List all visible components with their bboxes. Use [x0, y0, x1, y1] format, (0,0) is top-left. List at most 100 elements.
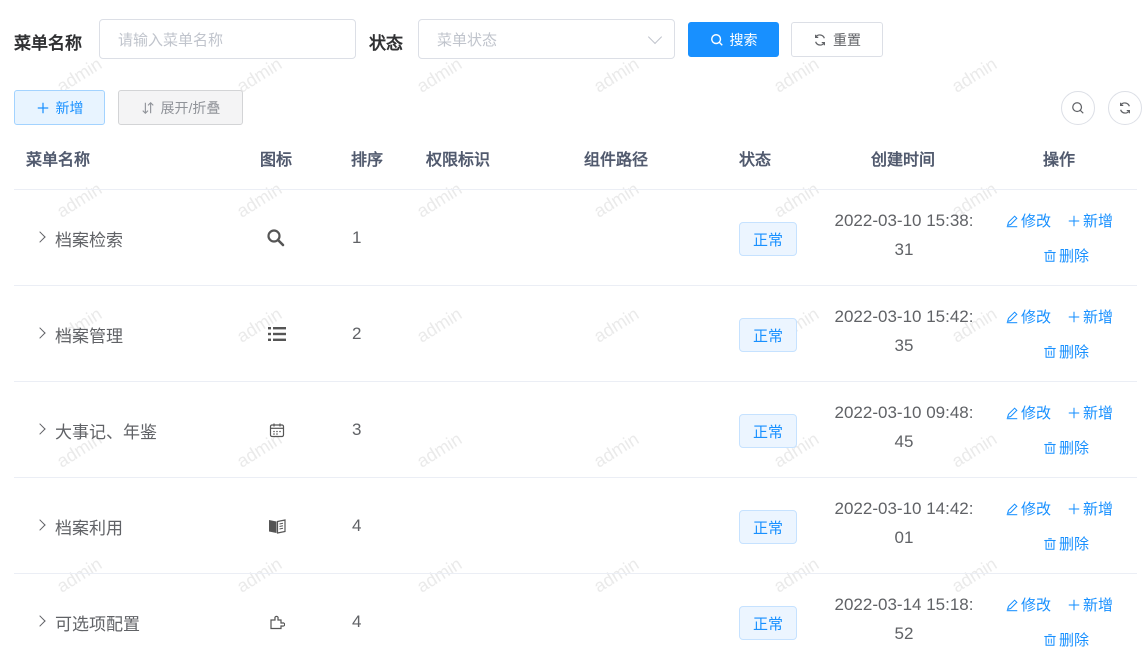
expand-arrow-icon[interactable]	[34, 423, 46, 435]
created-time: 2022-03-10 15:42:35	[834, 307, 974, 355]
delete-button[interactable]: 删除	[1043, 245, 1089, 266]
add-label: 新增	[1083, 501, 1114, 518]
add-child-button[interactable]: 新增	[1067, 594, 1113, 615]
status-badge: 正常	[739, 606, 797, 640]
edit-button[interactable]: 修改	[1005, 402, 1051, 423]
column-header-icon: 图标	[260, 152, 293, 169]
order-value: 3	[352, 420, 362, 439]
edit-icon	[1006, 214, 1018, 227]
trash-icon	[1044, 537, 1056, 550]
delete-button[interactable]: 删除	[1043, 533, 1089, 554]
edit-button[interactable]: 修改	[1005, 210, 1051, 231]
menu-name: 档案管理	[55, 326, 123, 346]
created-time: 2022-03-10 14:42:01	[834, 499, 974, 547]
add-child-button[interactable]: 新增	[1067, 210, 1113, 231]
add-child-button[interactable]: 新增	[1067, 306, 1113, 327]
menu-name-label: 菜单名称	[14, 34, 82, 53]
plus-icon	[1068, 311, 1080, 322]
delete-label: 删除	[1059, 440, 1090, 457]
expand-arrow-icon[interactable]	[34, 231, 46, 243]
delete-button[interactable]: 删除	[1043, 437, 1089, 458]
expand-arrow-icon[interactable]	[34, 615, 46, 627]
search-button-label: 搜索	[729, 31, 758, 48]
status-badge: 正常	[739, 318, 797, 352]
plus-icon	[1068, 599, 1080, 610]
edit-label: 修改	[1021, 405, 1052, 422]
add-label: 新增	[1083, 597, 1114, 614]
expand-collapse-button[interactable]: 展开/折叠	[118, 90, 243, 125]
expand-collapse-label: 展开/折叠	[160, 99, 221, 116]
add-child-button[interactable]: 新增	[1067, 498, 1113, 519]
created-time: 2022-03-10 09:48:45	[834, 403, 974, 451]
expand-arrow-icon[interactable]	[34, 519, 46, 531]
menu-name: 档案检索	[55, 230, 123, 250]
refresh-button[interactable]	[1108, 91, 1142, 125]
search-button[interactable]: 搜索	[688, 22, 779, 57]
delete-label: 删除	[1059, 344, 1090, 361]
plus-icon	[37, 102, 48, 113]
add-label: 新增	[1083, 309, 1114, 326]
trash-icon	[1044, 633, 1056, 646]
status-placeholder: 菜单状态	[437, 31, 498, 49]
trash-icon	[1044, 441, 1056, 454]
search-icon	[710, 33, 723, 46]
edit-icon	[1006, 406, 1018, 419]
search-icon	[1072, 102, 1084, 114]
edit-icon	[1006, 502, 1018, 515]
delete-button[interactable]: 删除	[1043, 341, 1089, 362]
refresh-icon	[1120, 102, 1130, 114]
table-row: 可选项配置 4 正常 2022-03-14 15:18:52 修改 新增 删除	[14, 574, 1137, 655]
sort-icon	[141, 101, 154, 114]
column-header-created-time: 创建时间	[871, 152, 936, 169]
column-header-actions: 操作	[1043, 152, 1076, 169]
column-header-component-path: 组件路径	[584, 152, 649, 169]
menu-name-input[interactable]: 请输入菜单名称	[99, 19, 356, 59]
book-icon	[269, 519, 286, 534]
toggle-search-button[interactable]	[1061, 91, 1095, 125]
edit-label: 修改	[1021, 501, 1052, 518]
delete-label: 删除	[1059, 632, 1090, 649]
add-button-label: 新增	[55, 99, 84, 116]
menu-icon-cell	[267, 286, 287, 382]
plus-icon	[1068, 215, 1080, 226]
add-child-button[interactable]: 新增	[1067, 402, 1113, 423]
edit-icon	[1006, 598, 1018, 611]
order-value: 2	[352, 324, 362, 343]
add-button[interactable]: 新增	[14, 90, 105, 125]
table-row: 档案检索 1 正常 2022-03-10 15:38:31 修改 新增 删除	[14, 190, 1137, 286]
edit-button[interactable]: 修改	[1005, 498, 1051, 519]
edit-icon	[1006, 310, 1018, 323]
created-time: 2022-03-10 15:38:31	[834, 211, 974, 259]
reset-button[interactable]: 重置	[791, 22, 883, 57]
table-row: 大事记、年鉴 3 正常 2022-03-10 09:48:45 修改 新增 删除	[14, 382, 1137, 478]
created-time: 2022-03-14 15:18:52	[834, 595, 974, 643]
edit-label: 修改	[1021, 597, 1052, 614]
edit-button[interactable]: 修改	[1005, 594, 1051, 615]
expand-arrow-icon[interactable]	[34, 327, 46, 339]
order-value: 4	[352, 612, 362, 631]
plus-icon	[1068, 503, 1080, 514]
reset-button-label: 重置	[833, 31, 861, 48]
status-badge: 正常	[739, 510, 797, 544]
order-value: 1	[352, 228, 362, 247]
status-select[interactable]: 菜单状态	[418, 19, 675, 59]
add-label: 新增	[1083, 213, 1114, 230]
delete-label: 删除	[1059, 536, 1090, 553]
column-header-order: 排序	[351, 152, 384, 169]
delete-button[interactable]: 删除	[1043, 629, 1089, 650]
trash-icon	[1044, 249, 1056, 262]
order-value: 4	[352, 516, 362, 535]
trash-icon	[1044, 345, 1056, 358]
edit-label: 修改	[1021, 213, 1052, 230]
table-row: 档案管理 2 正常 2022-03-10 15:42:35 修改 新增 删除	[14, 286, 1137, 382]
refresh-icon	[815, 33, 825, 46]
calendar-icon	[269, 423, 285, 438]
menu-name: 大事记、年鉴	[55, 422, 157, 442]
table-header: 菜单名称 图标 排序 权限标识 组件路径 状态 创建时间 操作	[14, 135, 1137, 190]
menu-icon-cell	[269, 574, 285, 655]
edit-button[interactable]: 修改	[1005, 306, 1051, 327]
status-badge: 正常	[739, 414, 797, 448]
status-badge: 正常	[739, 222, 797, 256]
table-row: 档案利用 4 正常 2022-03-10 14:42:01 修改 新增 删除	[14, 478, 1137, 574]
menu-name: 档案利用	[55, 518, 123, 538]
